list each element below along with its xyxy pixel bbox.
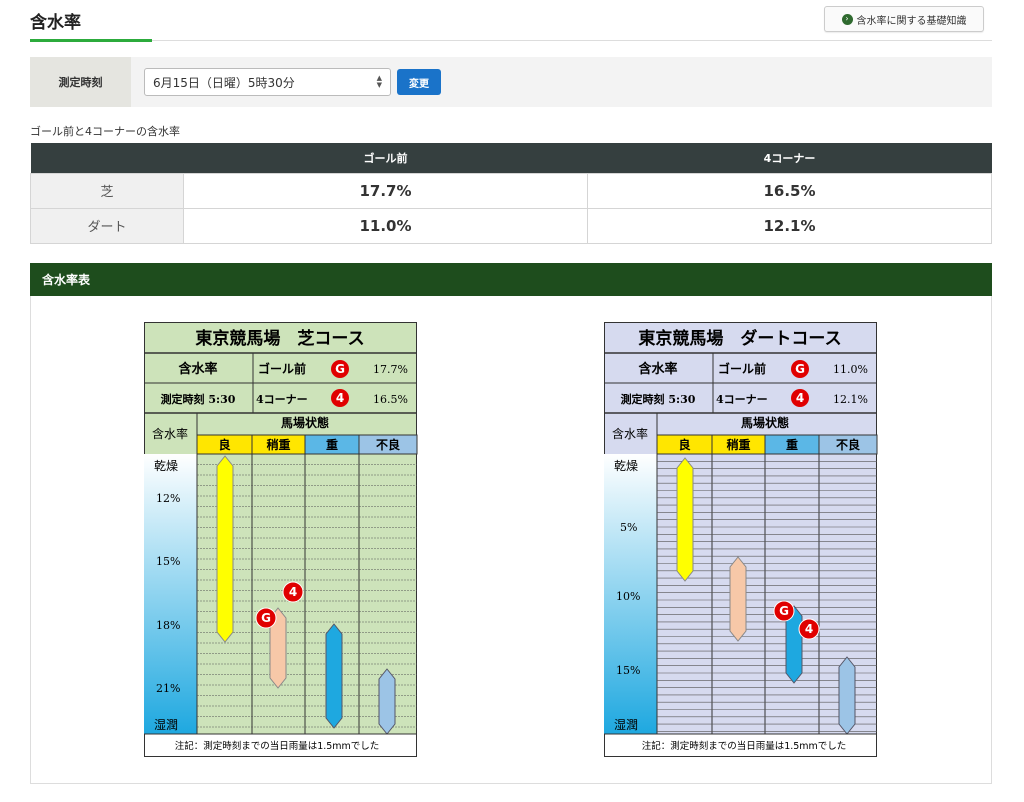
turf-goal-value: 17.7% bbox=[183, 172, 588, 209]
rainfall-note: 注記：測定時刻までの当日雨量は1.5mmでした bbox=[175, 740, 380, 752]
tick-label: 15% bbox=[616, 664, 640, 677]
corner-marker-icon: 4 bbox=[791, 389, 809, 407]
range-slightly-heavy bbox=[729, 556, 747, 642]
svg-text:G: G bbox=[335, 362, 345, 376]
svg-text:4: 4 bbox=[336, 391, 344, 405]
time-select[interactable]: 6月15日（日曜）5時30分 ▲ ▼ bbox=[144, 68, 391, 96]
range-good bbox=[676, 457, 694, 582]
moisture-label: 含水率 bbox=[637, 361, 677, 377]
dirt-moisture-chart: 東京競馬場 ダートコース 含水率 測定時刻 5:30 ゴール前 G 11.0% … bbox=[604, 322, 878, 757]
goal-marker-icon: G bbox=[791, 360, 809, 378]
tick-label: 15% bbox=[156, 555, 180, 568]
axis-dry-label: 乾燥 bbox=[614, 459, 638, 473]
axis-label: 含水率 bbox=[152, 426, 188, 441]
table-header-corner: 4コーナー bbox=[587, 143, 992, 173]
goal-value: 17.7% bbox=[373, 363, 408, 376]
row-label-dirt: ダート bbox=[30, 207, 184, 244]
svg-text:4: 4 bbox=[289, 585, 297, 599]
axis-wet-label: 湿潤 bbox=[154, 717, 178, 732]
tick-label: 12% bbox=[156, 492, 180, 505]
range-heavy bbox=[325, 623, 343, 729]
state-label: 馬場状態 bbox=[281, 415, 329, 430]
svg-text:G: G bbox=[795, 362, 805, 376]
state-label: 馬場状態 bbox=[741, 415, 789, 430]
goal-value: 11.0% bbox=[833, 363, 868, 376]
circle-arrow-icon: › bbox=[841, 13, 853, 25]
knowledge-button[interactable]: › 含水率に関する基礎知識 bbox=[824, 6, 984, 32]
dirt-corner-value: 12.1% bbox=[587, 207, 992, 244]
row-label-turf: 芝 bbox=[30, 172, 184, 209]
section-header: 含水率表 bbox=[30, 263, 992, 296]
state-header-label: 良 bbox=[218, 437, 230, 452]
svg-text:4: 4 bbox=[796, 391, 804, 405]
corner-label: 4コーナー bbox=[256, 393, 308, 406]
goal-position-marker-icon: G bbox=[773, 600, 795, 622]
table-row: ダート 11.0% 12.1% bbox=[30, 207, 992, 244]
axis-dry-label: 乾燥 bbox=[154, 459, 178, 473]
state-header-label: 重 bbox=[326, 437, 338, 452]
change-button[interactable]: 変更 bbox=[397, 69, 441, 95]
corner-value: 12.1% bbox=[833, 393, 868, 406]
tick-label: 5% bbox=[620, 521, 637, 534]
svg-text:G: G bbox=[779, 604, 789, 618]
axis-wet-label: 湿潤 bbox=[614, 717, 638, 732]
dirt-goal-value: 11.0% bbox=[183, 207, 588, 244]
time-selector-bar: 測定時刻 6月15日（日曜）5時30分 ▲ ▼ 変更 bbox=[30, 57, 992, 107]
table-header-row: ゴール前 4コーナー bbox=[30, 143, 992, 173]
state-header-label: 不良 bbox=[376, 437, 400, 452]
state-header-label: 重 bbox=[786, 437, 798, 452]
corner-marker-icon: 4 bbox=[331, 389, 349, 407]
corner-position-marker-icon: 4 bbox=[798, 618, 820, 640]
tick-label: 10% bbox=[616, 590, 640, 603]
range-bad bbox=[378, 668, 396, 735]
chart-title: 東京競馬場 ダートコース bbox=[638, 328, 841, 349]
corner-value: 16.5% bbox=[373, 393, 408, 406]
range-bad bbox=[838, 656, 856, 735]
goal-label: ゴール前 bbox=[258, 361, 306, 376]
table-header-empty bbox=[30, 143, 184, 173]
table-header-goal: ゴール前 bbox=[183, 143, 588, 173]
moisture-summary-table: ゴール前 4コーナー 芝 17.7% 16.5% ダート 11.0% 12.1% bbox=[30, 143, 992, 244]
state-header-label: 稍重 bbox=[726, 437, 750, 452]
measure-time-label: 測定時刻 5:30 bbox=[161, 392, 236, 406]
measure-time-label: 測定時刻 5:30 bbox=[621, 392, 696, 406]
time-select-value: 6月15日（日曜）5時30分 bbox=[153, 75, 295, 90]
rainfall-note: 注記：測定時刻までの当日雨量は1.5mmでした bbox=[642, 740, 847, 752]
corner-position-marker-icon: 4 bbox=[282, 581, 304, 603]
table-row: 芝 17.7% 16.5% bbox=[30, 172, 992, 209]
goal-marker-icon: G bbox=[331, 360, 349, 378]
tick-label: 18% bbox=[156, 619, 180, 632]
goal-label: ゴール前 bbox=[718, 361, 766, 376]
goal-position-marker-icon: G bbox=[255, 607, 277, 629]
corner-label: 4コーナー bbox=[716, 393, 768, 406]
table-caption: ゴール前と4コーナーの含水率 bbox=[30, 125, 180, 138]
page-title: 含水率 bbox=[30, 13, 81, 33]
axis-label: 含水率 bbox=[612, 426, 648, 441]
svg-text:4: 4 bbox=[805, 622, 813, 636]
svg-text:G: G bbox=[261, 611, 271, 625]
tick-label: 21% bbox=[156, 682, 180, 695]
state-header-label: 不良 bbox=[836, 437, 860, 452]
range-good bbox=[216, 455, 234, 643]
moisture-label: 含水率 bbox=[177, 361, 217, 377]
state-header-label: 良 bbox=[678, 437, 690, 452]
time-label: 測定時刻 bbox=[30, 57, 131, 107]
chart-title: 東京競馬場 芝コース bbox=[195, 328, 364, 349]
state-header-label: 稍重 bbox=[266, 437, 290, 452]
active-tab-underline bbox=[30, 39, 152, 42]
knowledge-button-label: 含水率に関する基礎知識 bbox=[856, 15, 967, 27]
turf-moisture-chart: 東京競馬場 芝コース 含水率 測定時刻 5:30 ゴール前 G 17.7% 4コ… bbox=[144, 322, 418, 757]
turf-corner-value: 16.5% bbox=[587, 172, 992, 209]
header-divider bbox=[152, 40, 992, 41]
updown-arrow-icon: ▲ ▼ bbox=[376, 74, 382, 89]
